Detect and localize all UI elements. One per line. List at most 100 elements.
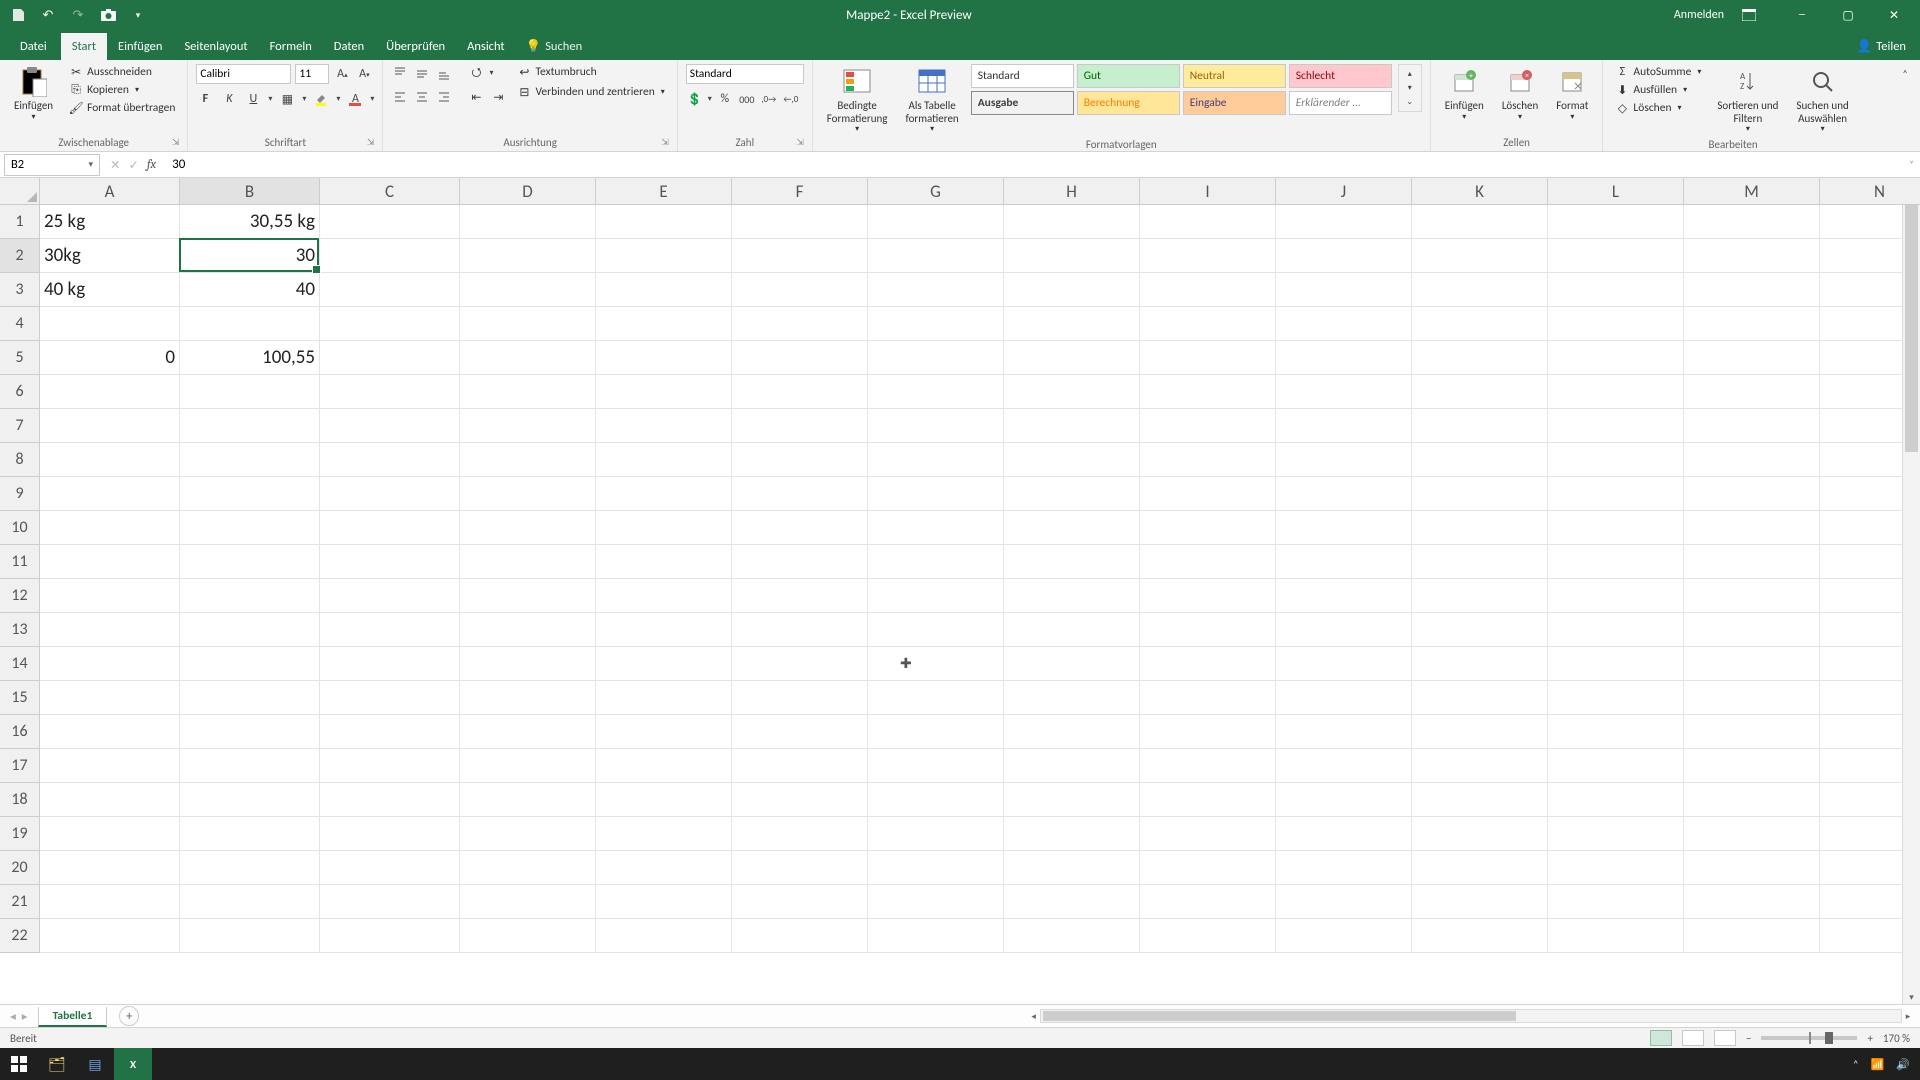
style-berechnung[interactable]: Berechnung [1077, 91, 1180, 115]
cell-J2[interactable] [1276, 239, 1412, 273]
row-header-11[interactable]: 11 [0, 545, 40, 579]
cell-J20[interactable] [1276, 851, 1412, 885]
cell-C17[interactable] [320, 749, 460, 783]
cell-G6[interactable] [868, 375, 1004, 409]
cell-D16[interactable] [460, 715, 596, 749]
cell-H19[interactable] [1004, 817, 1140, 851]
cell-K12[interactable] [1412, 579, 1548, 613]
cell-D2[interactable] [460, 239, 596, 273]
tray-volume-icon[interactable]: 🔊 [1896, 1058, 1910, 1071]
cell-A21[interactable] [40, 885, 180, 919]
cell-G19[interactable] [868, 817, 1004, 851]
cell-I12[interactable] [1140, 579, 1276, 613]
scroll-down-arrow-icon[interactable]: ▾ [1903, 990, 1920, 1004]
clipboard-launcher-icon[interactable]: ⇲ [172, 137, 180, 148]
column-header-I[interactable]: I [1140, 178, 1276, 205]
cell-G17[interactable] [868, 749, 1004, 783]
cell-G7[interactable] [868, 409, 1004, 443]
row-header-13[interactable]: 13 [0, 613, 40, 647]
cell-C16[interactable] [320, 715, 460, 749]
close-button[interactable]: ✕ [1880, 8, 1908, 23]
paste-button[interactable]: Einfügen ▾ [8, 64, 59, 124]
cell-A7[interactable] [40, 409, 180, 443]
vertical-scrollbar[interactable]: ▴ ▾ [1902, 178, 1920, 1004]
cell-H5[interactable] [1004, 341, 1140, 375]
cell-J6[interactable] [1276, 375, 1412, 409]
cell-A18[interactable] [40, 783, 180, 817]
cell-F10[interactable] [732, 511, 868, 545]
cell-J21[interactable] [1276, 885, 1412, 919]
cell-C8[interactable] [320, 443, 460, 477]
font-size-input[interactable] [295, 64, 329, 84]
cell-A8[interactable] [40, 443, 180, 477]
conditional-formatting-button[interactable]: Bedingte Formatierung▾ [821, 64, 894, 136]
sort-filter-button[interactable]: AZ Sortieren und Filtern▾ [1711, 64, 1784, 136]
find-select-button[interactable]: Suchen und Auswählen▾ [1790, 64, 1854, 136]
cell-E18[interactable] [596, 783, 732, 817]
cell-A6[interactable] [40, 375, 180, 409]
cell-E16[interactable] [596, 715, 732, 749]
cell-E14[interactable] [596, 647, 732, 681]
cell-F7[interactable] [732, 409, 868, 443]
cell-D1[interactable] [460, 205, 596, 239]
cell-E19[interactable] [596, 817, 732, 851]
cell-I10[interactable] [1140, 511, 1276, 545]
cell-K16[interactable] [1412, 715, 1548, 749]
taskbar-app[interactable]: ▤ [76, 1048, 114, 1080]
cell-K19[interactable] [1412, 817, 1548, 851]
cell-C3[interactable] [320, 273, 460, 307]
cell-M18[interactable] [1684, 783, 1820, 817]
cell-H8[interactable] [1004, 443, 1140, 477]
cell-B6[interactable] [180, 375, 320, 409]
cell-C14[interactable] [320, 647, 460, 681]
cell-G3[interactable] [868, 273, 1004, 307]
cell-I2[interactable] [1140, 239, 1276, 273]
enter-formula-icon[interactable]: ✓ [128, 157, 138, 173]
cell-D9[interactable] [460, 477, 596, 511]
cell-C5[interactable] [320, 341, 460, 375]
cell-D4[interactable] [460, 307, 596, 341]
style-eingabe[interactable]: Eingabe [1183, 91, 1286, 115]
cell-K5[interactable] [1412, 341, 1548, 375]
cell-D8[interactable] [460, 443, 596, 477]
cell-A22[interactable] [40, 919, 180, 953]
cell-E6[interactable] [596, 375, 732, 409]
row-header-3[interactable]: 3 [0, 273, 40, 307]
camera-icon[interactable] [100, 7, 116, 23]
cell-K21[interactable] [1412, 885, 1548, 919]
cell-M1[interactable] [1684, 205, 1820, 239]
cell-K2[interactable] [1412, 239, 1548, 273]
cell-L10[interactable] [1548, 511, 1684, 545]
cell-J7[interactable] [1276, 409, 1412, 443]
add-sheet-button[interactable]: + [119, 1006, 139, 1026]
cell-L4[interactable] [1548, 307, 1684, 341]
increase-indent-icon[interactable]: ⇥ [489, 88, 507, 106]
cell-B21[interactable] [180, 885, 320, 919]
cell-L2[interactable] [1548, 239, 1684, 273]
cell-M13[interactable] [1684, 613, 1820, 647]
page-break-view-button[interactable] [1714, 1030, 1736, 1046]
cell-I13[interactable] [1140, 613, 1276, 647]
row-header-6[interactable]: 6 [0, 375, 40, 409]
row-header-21[interactable]: 21 [0, 885, 40, 919]
align-center-icon[interactable] [413, 88, 431, 106]
cell-D3[interactable] [460, 273, 596, 307]
row-header-7[interactable]: 7 [0, 409, 40, 443]
cell-D14[interactable] [460, 647, 596, 681]
cell-K6[interactable] [1412, 375, 1548, 409]
minimize-button[interactable]: ─ [1788, 8, 1816, 22]
taskbar-file-explorer[interactable]: 🗂 [38, 1048, 76, 1080]
column-header-E[interactable]: E [596, 178, 732, 205]
row-header-12[interactable]: 12 [0, 579, 40, 613]
row-header-18[interactable]: 18 [0, 783, 40, 817]
tab-start[interactable]: Start [61, 33, 107, 60]
cell-B11[interactable] [180, 545, 320, 579]
cell-L15[interactable] [1548, 681, 1684, 715]
column-header-K[interactable]: K [1412, 178, 1548, 205]
cell-I19[interactable] [1140, 817, 1276, 851]
cell-B7[interactable] [180, 409, 320, 443]
delete-cells-button[interactable]: × Löschen▾ [1496, 64, 1544, 124]
cell-C7[interactable] [320, 409, 460, 443]
cell-A4[interactable] [40, 307, 180, 341]
cell-F5[interactable] [732, 341, 868, 375]
